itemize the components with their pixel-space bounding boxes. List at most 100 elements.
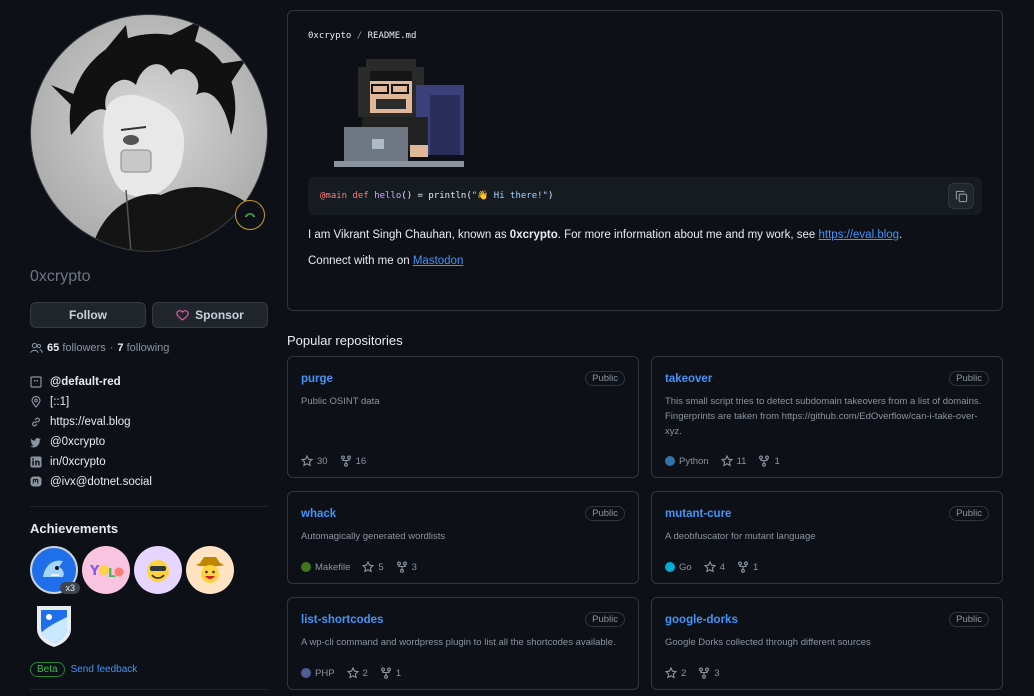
profile-readme: 0xcrypto / README.md @main def hello() =… xyxy=(287,10,1003,311)
repo-name-link[interactable]: purge xyxy=(301,373,333,385)
repo-description: A wp-cli command and wordpress plugin to… xyxy=(301,637,616,648)
star-icon xyxy=(362,561,375,573)
stars-link[interactable]: 30 xyxy=(301,455,328,467)
forks-count: 1 xyxy=(752,561,759,573)
connect-text: Connect with me on xyxy=(308,255,413,267)
stars-link[interactable]: 11 xyxy=(720,455,746,467)
forks-link[interactable]: 3 xyxy=(396,561,417,573)
yolo-icon: YL xyxy=(89,564,124,580)
visibility-badge: Public xyxy=(949,506,989,521)
achievement-shark-badge[interactable]: x3 xyxy=(30,546,80,594)
language-name: Go xyxy=(679,561,692,573)
repo-card: purge Public Public OSINT data 30 16 xyxy=(287,356,639,478)
star-icon xyxy=(346,667,359,679)
stars-count: 2 xyxy=(362,667,368,679)
followers-count: 65 xyxy=(47,342,60,354)
sponsor-button[interactable]: Sponsor xyxy=(152,302,268,328)
visibility-badge: Public xyxy=(585,371,625,386)
forks-link[interactable]: 1 xyxy=(758,455,780,467)
website-link[interactable]: https://eval.blog xyxy=(50,416,131,428)
repo-name-link[interactable]: whack xyxy=(301,508,336,520)
detail-location: [::1] xyxy=(30,392,268,412)
follow-button[interactable]: Follow xyxy=(30,302,146,328)
stars-count: 2 xyxy=(681,667,687,679)
repo-name-link[interactable]: mutant-cure xyxy=(665,508,731,520)
copy-button[interactable] xyxy=(948,183,974,209)
achievement-badges: x3 YL xyxy=(30,546,250,650)
intro-link[interactable]: https://eval.blog xyxy=(819,229,900,241)
repo-meta: 30 16 xyxy=(301,455,366,467)
detail-website: https://eval.blog xyxy=(30,412,268,432)
intro-mid: . For more information about me and my w… xyxy=(557,229,819,241)
repo-language: Python xyxy=(665,456,709,467)
fork-icon xyxy=(396,561,407,573)
repo-name-link[interactable]: takeover xyxy=(665,373,712,385)
svg-text:Y: Y xyxy=(89,564,100,579)
code-keyword: def xyxy=(352,191,369,201)
twitter-link[interactable]: @0xcrypto xyxy=(50,436,105,448)
repo-name-link[interactable]: list-shortcodes xyxy=(301,614,383,626)
mastodon-icon xyxy=(30,476,42,487)
repo-language: Go xyxy=(665,562,692,573)
follow-stats: 65 followers · 7 following xyxy=(30,342,268,354)
achievement-yolo-badge[interactable]: YL xyxy=(82,546,130,594)
copy-icon xyxy=(955,190,967,202)
status-emoji-button[interactable] xyxy=(235,200,265,230)
profile-username: 0xcrypto xyxy=(30,268,91,285)
readme-owner-link[interactable]: 0xcrypto xyxy=(308,31,351,41)
forks-link[interactable]: 3 xyxy=(698,667,720,679)
repo-card: list-shortcodes Public A wp-cli command a… xyxy=(287,597,639,690)
send-feedback-link[interactable]: Send feedback xyxy=(71,664,138,675)
code-annotation: @main xyxy=(320,191,348,201)
follow-separator: · xyxy=(109,342,114,354)
repo-language: PHP xyxy=(301,668,335,679)
stars-link[interactable]: 2 xyxy=(346,667,368,679)
detail-linkedin: in/0xcrypto xyxy=(30,452,268,472)
smile-icon xyxy=(147,560,169,582)
achievement-cowboy-badge[interactable] xyxy=(186,546,234,594)
avatar[interactable] xyxy=(30,14,268,252)
fork-icon xyxy=(380,667,391,679)
repo-description: Google Dorks collected through different… xyxy=(665,637,871,648)
stars-link[interactable]: 4 xyxy=(703,561,725,573)
visibility-badge: Public xyxy=(585,612,625,627)
follow-label: Follow xyxy=(69,308,107,322)
forks-link[interactable]: 1 xyxy=(737,561,758,573)
status-icon xyxy=(245,213,255,217)
language-color-dot xyxy=(665,562,675,572)
code-line: @main def hello() = println("👋 Hi there!… xyxy=(320,191,553,201)
stars-count: 30 xyxy=(317,455,328,467)
followers-link[interactable]: 65 followers xyxy=(47,342,106,354)
repo-meta: 2 3 xyxy=(665,667,720,679)
detail-org: @default-red xyxy=(30,372,268,392)
repo-meta: Go 4 1 xyxy=(665,561,758,573)
repo-card: takeover Public This small script tries t… xyxy=(651,356,1003,478)
achievement-arctic-badge[interactable] xyxy=(30,602,78,650)
forks-count: 3 xyxy=(411,561,417,573)
repo-card: mutant-cure Public A deobfuscator for mut… xyxy=(651,491,1003,584)
language-color-dot xyxy=(301,668,311,678)
forks-link[interactable]: 16 xyxy=(340,455,366,467)
detail-twitter: @0xcrypto xyxy=(30,432,268,452)
location-icon xyxy=(31,396,41,408)
location-text: [::1] xyxy=(50,396,70,408)
repo-description: Public OSINT data xyxy=(301,396,380,407)
repo-name-link[interactable]: google-dorks xyxy=(665,614,738,626)
detail-mastodon: @ivx@dotnet.social xyxy=(30,472,268,492)
mastodon-readme-link[interactable]: Mastodon xyxy=(413,255,464,267)
readme-file-link[interactable]: README.md xyxy=(368,31,417,41)
readme-intro: I am Vikrant Singh Chauhan, known as 0xc… xyxy=(308,229,982,241)
following-link[interactable]: 7 following xyxy=(117,342,169,354)
linkedin-link[interactable]: in/0xcrypto xyxy=(50,456,106,468)
repo-card: google-dorks Public Google Dorks collecte… xyxy=(651,597,1003,690)
code-end: ) xyxy=(547,191,554,201)
avatar-container xyxy=(30,14,268,252)
stars-count: 4 xyxy=(719,561,725,573)
forks-link[interactable]: 1 xyxy=(380,667,401,679)
org-link[interactable]: @default-red xyxy=(50,376,121,388)
stars-link[interactable]: 5 xyxy=(362,561,384,573)
stars-link[interactable]: 2 xyxy=(665,667,686,679)
mastodon-link[interactable]: @ivx@dotnet.social xyxy=(50,476,152,488)
profile-details: @default-red [::1] https://eval.blog @0x… xyxy=(30,372,268,492)
achievement-quickdraw-badge[interactable] xyxy=(134,546,182,594)
